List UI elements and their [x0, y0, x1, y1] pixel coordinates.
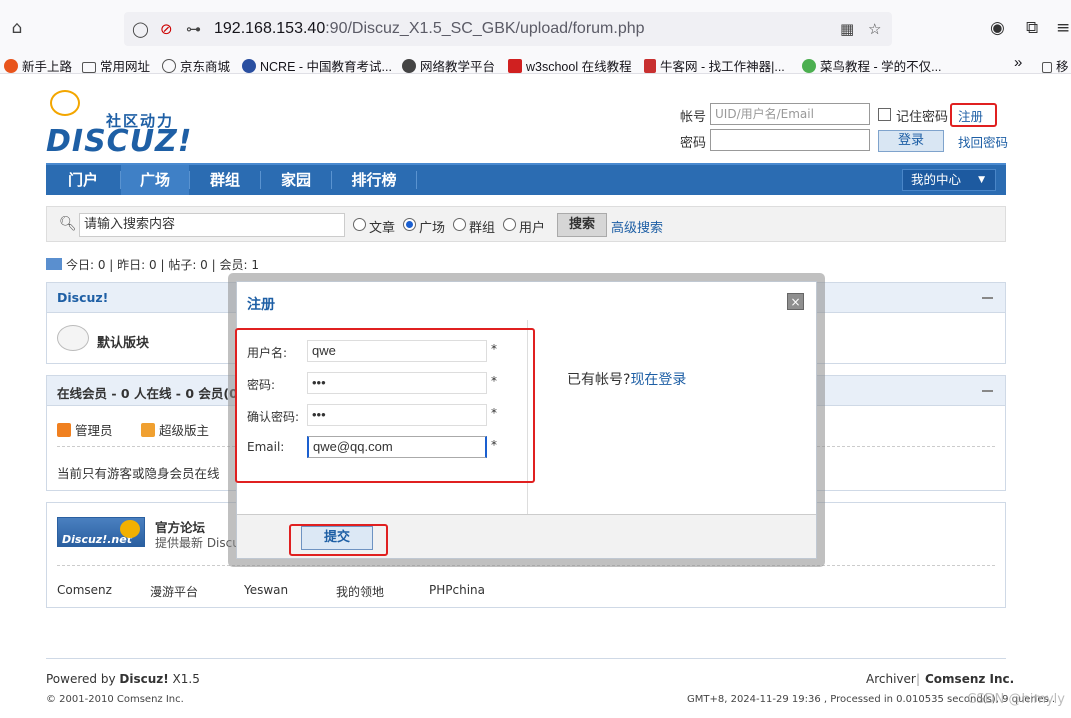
footer-separator: |: [916, 672, 921, 686]
my-center-dropdown[interactable]: 我的中心 ▼: [902, 169, 996, 191]
admin-badge-icon: [57, 423, 71, 437]
bookmark-item[interactable]: 移: [1042, 56, 1069, 75]
nav-item-home[interactable]: 家园: [261, 165, 331, 195]
key-icon[interactable]: ⊶: [186, 20, 201, 38]
discuz-net-logo[interactable]: Discuz!.net: [57, 517, 145, 547]
super-mod-badge-icon: [141, 423, 155, 437]
browser-toolbar: ⌂ ◯ ⊘ ⊶ 192.168.153.40:90/Discuz_X1.5_SC…: [0, 0, 1071, 54]
forum-stats: 今日: 0 | 昨日: 0 | 帖子: 0 | 会员: 1: [46, 256, 259, 273]
bookmark-item[interactable]: 新手上路: [4, 56, 72, 75]
link-yeswan[interactable]: Yeswan: [244, 583, 288, 597]
chart-icon: [46, 258, 62, 270]
account-label: 帐号: [680, 110, 707, 125]
logo-glow-icon: [120, 520, 140, 538]
my-center-label: 我的中心: [911, 172, 962, 187]
radio-article-label: 文章: [369, 221, 396, 236]
link-comsenz[interactable]: Comsenz: [57, 583, 112, 597]
bookmark-folder[interactable]: 常用网址: [82, 56, 150, 75]
link-manyou[interactable]: 漫游平台: [150, 583, 198, 600]
main-nav: 门户 广场 群组 家园 排行榜 我的中心 ▼: [46, 163, 1006, 195]
bookmark-item[interactable]: 牛客网 - 找工作神器|...: [644, 56, 785, 75]
radio-article[interactable]: [353, 218, 366, 231]
dialog-title: 注册: [247, 297, 275, 313]
forum-name[interactable]: 默认版块: [97, 332, 149, 351]
shield-icon[interactable]: ◯: [132, 20, 149, 38]
advanced-search-link[interactable]: 高级搜索: [611, 217, 663, 236]
remember-checkbox[interactable]: [878, 108, 891, 121]
search-button[interactable]: 搜索: [557, 213, 607, 237]
url-text[interactable]: 192.168.153.40:90/Discuz_X1.5_SC_GBK/upl…: [214, 20, 645, 38]
stats-text: 今日: 0 | 昨日: 0 | 帖子: 0 | 会员: 1: [66, 258, 259, 272]
forgot-password-link[interactable]: 找回密码: [958, 132, 1008, 151]
panel-title[interactable]: Discuz!: [57, 290, 108, 305]
company-link[interactable]: Comsenz Inc.: [925, 672, 1014, 686]
copyright: © 2001-2010 Comsenz Inc.: [46, 694, 184, 705]
chevron-down-icon: ▼: [978, 175, 985, 185]
more-bookmarks-icon[interactable]: »: [1014, 54, 1022, 71]
extensions-icon[interactable]: ⧉: [1026, 18, 1038, 38]
has-account-text: 已有帐号?现在登录: [567, 372, 687, 388]
qr-code-icon[interactable]: ▦: [840, 20, 854, 38]
account-icon[interactable]: ◉: [990, 18, 1005, 38]
nav-item-portal[interactable]: 门户: [46, 165, 120, 195]
bookmark-item[interactable]: 菜鸟教程 - 学的不仅...: [802, 56, 942, 75]
radio-square[interactable]: [403, 218, 416, 231]
insecure-lock-icon[interactable]: ⊘: [160, 20, 173, 38]
bookmark-item[interactable]: 网络教学平台: [402, 56, 495, 75]
panel-title[interactable]: 在线会员 - 0 人在线 - 0 会员(0: [57, 383, 238, 402]
form-fields-highlight: [235, 328, 535, 483]
bookmarks-bar: 新手上路 常用网址 京东商城 NCRE - 中国教育考试... 网络教学平台 w…: [0, 54, 1071, 74]
nav-item-ranking[interactable]: 排行榜: [332, 165, 416, 195]
watermark: CSDN @himyly: [967, 692, 1065, 707]
bookmark-item[interactable]: w3school 在线教程: [508, 56, 632, 75]
login-now-link[interactable]: 现在登录: [630, 372, 686, 388]
footer-divider: [46, 658, 1006, 659]
password-input[interactable]: [710, 129, 870, 151]
discuz-logo[interactable]: 社区动力 DISCUZ!: [46, 88, 191, 159]
radio-groups-label: 群组: [469, 221, 496, 236]
collapse-icon[interactable]: [982, 390, 993, 392]
forum-bubble-icon: [57, 325, 89, 351]
search-icon: 🔍︎: [59, 216, 77, 232]
bookmark-item[interactable]: NCRE - 中国教育考试...: [242, 56, 392, 75]
radio-users[interactable]: [503, 218, 516, 231]
online-note: 当前只有游客或隐身会员在线: [57, 466, 220, 481]
logo-wordmark: DISCUZ!: [46, 124, 193, 159]
link-mydomain[interactable]: 我的领地: [336, 583, 384, 600]
powered-by: Powered by Discuz! X1.5: [46, 672, 200, 686]
home-icon[interactable]: ⌂: [8, 19, 26, 37]
link-phpchina[interactable]: PHPchina: [429, 583, 485, 597]
password-label: 密码: [680, 136, 707, 151]
nav-item-square[interactable]: 广场: [121, 165, 189, 195]
legend-super-mod: 超级版主: [141, 420, 209, 439]
search-input[interactable]: 请输入搜索内容: [79, 213, 345, 237]
remember-label: 记住密码: [896, 110, 949, 125]
bookmark-star-icon[interactable]: ☆: [868, 20, 881, 38]
menu-icon[interactable]: ≡: [1056, 18, 1070, 38]
archiver-link[interactable]: Archiver: [866, 672, 916, 686]
login-button[interactable]: 登录: [878, 130, 944, 152]
collapse-icon[interactable]: [982, 297, 993, 299]
logo-bubble-icon: [50, 90, 80, 116]
radio-square-label: 广场: [419, 221, 446, 236]
search-bar: 🔍︎ 请输入搜索内容 文章 广场 群组 用户 搜索 高级搜索: [46, 206, 1006, 242]
address-bar[interactable]: ◯ ⊘ ⊶ 192.168.153.40:90/Discuz_X1.5_SC_G…: [124, 12, 892, 46]
radio-groups[interactable]: [453, 218, 466, 231]
register-highlight: [950, 103, 997, 127]
close-icon[interactable]: ×: [787, 293, 804, 310]
legend-admin: 管理员: [57, 420, 113, 439]
radio-users-label: 用户: [519, 221, 546, 236]
submit-highlight: [289, 524, 388, 556]
nav-item-groups[interactable]: 群组: [190, 165, 260, 195]
nav-divider: [416, 171, 417, 189]
bookmark-item[interactable]: 京东商城: [162, 56, 230, 75]
account-input[interactable]: UID/用户名/Email: [710, 103, 870, 125]
